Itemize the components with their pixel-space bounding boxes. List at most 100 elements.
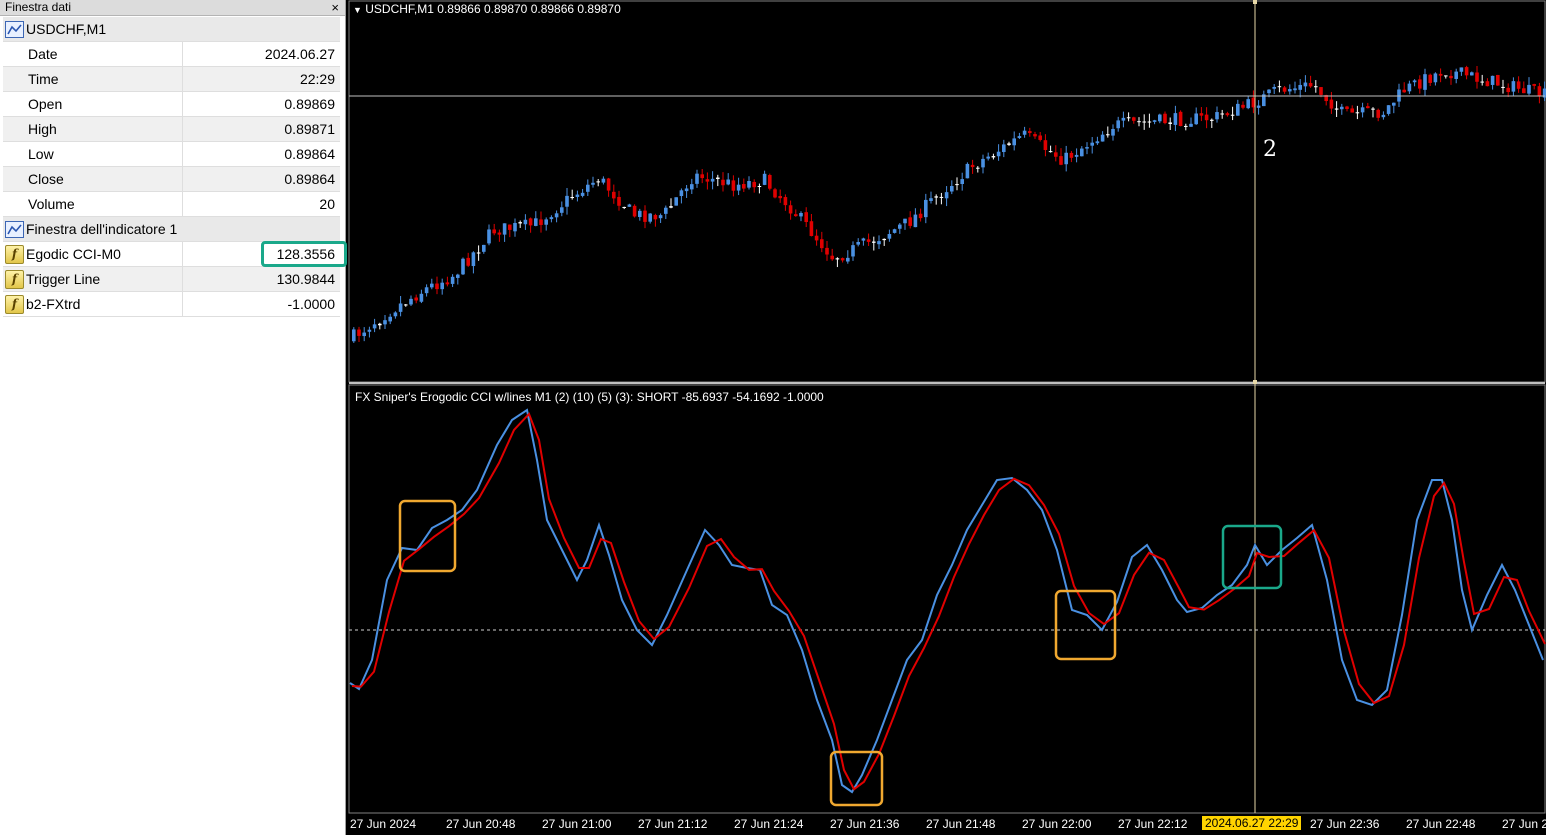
- candle-body: [773, 189, 777, 198]
- candle-body: [970, 164, 975, 168]
- time-axis-tick: 27 Jun 23:: [1502, 817, 1546, 831]
- candle-body: [586, 184, 590, 192]
- candle-body: [908, 217, 912, 226]
- candle-body: [352, 329, 356, 342]
- candle-body: [1033, 134, 1037, 137]
- candle-body: [898, 224, 902, 229]
- symbol-group-row: USDCHF,M1: [3, 17, 340, 42]
- candle-body: [1210, 119, 1214, 121]
- candle-body: [1267, 89, 1271, 94]
- indicator-group-label: Finestra dell'indicatore 1: [26, 221, 178, 237]
- candle-body: [752, 181, 756, 188]
- candle-body: [757, 186, 762, 188]
- candle-body: [913, 214, 918, 228]
- candle-body: [1522, 88, 1526, 94]
- time-axis-tick: 27 Jun 22:00: [1022, 817, 1092, 831]
- candle-body: [1454, 71, 1458, 79]
- candle-body: [944, 192, 949, 199]
- data-row-value: 0.89869: [284, 96, 335, 112]
- candle-body: [1137, 121, 1141, 123]
- candle-body: [1418, 79, 1422, 89]
- data-row-volume: Volume 20: [3, 192, 340, 217]
- candle-body: [835, 258, 840, 260]
- candle-body: [783, 197, 788, 206]
- candle-body: [804, 212, 808, 223]
- signal-marker-box: [1054, 589, 1117, 661]
- candle-body: [1199, 113, 1204, 116]
- candle-body: [674, 197, 678, 206]
- candle-body: [799, 213, 803, 217]
- candle-body: [643, 210, 647, 222]
- candle-body: [1350, 108, 1354, 113]
- candle-body: [731, 180, 736, 191]
- candle-body: [414, 297, 418, 301]
- indicator-row: f b2-FXtrd -1.0000: [3, 292, 340, 317]
- candle-body: [820, 239, 824, 249]
- candle-body: [622, 206, 626, 208]
- close-icon[interactable]: ×: [331, 0, 339, 15]
- candle-body: [1121, 117, 1126, 121]
- indicator-function-icon: f: [5, 294, 24, 314]
- candle-body: [1511, 81, 1516, 92]
- candle-body: [1189, 123, 1193, 127]
- candle-body: [1048, 151, 1053, 153]
- data-window-titlebar: Finestra dati ×: [0, 0, 345, 16]
- candle-body: [669, 206, 673, 208]
- candle-body: [1147, 121, 1152, 123]
- candle-body: [1126, 117, 1131, 119]
- candle-body: [1360, 107, 1365, 113]
- candle-body: [1532, 84, 1536, 86]
- candle-body: [1194, 113, 1198, 125]
- candle-body: [1204, 114, 1209, 121]
- candle-body: [684, 188, 689, 192]
- chart-canvas[interactable]: [347, 0, 1546, 835]
- candle-body: [1490, 75, 1495, 85]
- data-row-value: 0.89864: [284, 146, 335, 162]
- chart-area[interactable]: ▼ USDCHF,M1 0.89866 0.89870 0.89866 0.89…: [347, 0, 1546, 835]
- data-row-time: Time 22:29: [3, 67, 340, 92]
- time-axis-tick: 27 Jun 21:12: [638, 817, 708, 831]
- candle-body: [1256, 105, 1261, 108]
- data-row-value: 2024.06.27: [264, 46, 335, 62]
- indicator-window-icon: [5, 220, 24, 238]
- candle-body: [1215, 112, 1219, 120]
- candle-body: [768, 175, 772, 189]
- candle-body: [617, 196, 621, 206]
- data-row-low: Low 0.89864: [3, 142, 340, 167]
- candle-body: [1173, 113, 1178, 125]
- candle-body: [362, 332, 366, 337]
- candle-body: [1464, 67, 1469, 76]
- data-row-open: Open 0.89869: [3, 92, 340, 117]
- candle-body: [1007, 143, 1011, 145]
- candle-body: [1392, 102, 1396, 106]
- candle-body: [554, 213, 559, 218]
- candle-body: [456, 274, 460, 278]
- candle-body: [1485, 81, 1490, 87]
- candle-body: [549, 217, 554, 220]
- candle-body: [1433, 73, 1438, 83]
- data-row-value: 22:29: [299, 71, 335, 87]
- crosshair-handle-top: [1253, 0, 1257, 4]
- candle-body: [383, 320, 387, 325]
- candle-body: [903, 218, 907, 224]
- indicator-group-row: Finestra dell'indicatore 1: [3, 217, 340, 242]
- time-axis-tick: 27 Jun 21:00: [542, 817, 612, 831]
- candle-body: [497, 232, 502, 235]
- candle-body: [742, 184, 746, 189]
- candle-body: [934, 196, 938, 198]
- candle-body: [1340, 106, 1344, 110]
- candle-body: [1246, 99, 1250, 109]
- candle-body: [1407, 83, 1412, 92]
- candle-body: [955, 184, 959, 186]
- candle-body: [606, 178, 611, 191]
- candle-body: [695, 173, 699, 184]
- candle-body: [1132, 117, 1136, 121]
- candle-body: [851, 245, 855, 257]
- data-window: Finestra dati × USDCHF,M1 Date 2024.06.27…: [0, 0, 347, 835]
- candle-body: [565, 195, 569, 207]
- data-row-value: 0.89864: [284, 171, 335, 187]
- candle-body: [924, 199, 928, 218]
- candle-body: [492, 229, 496, 234]
- data-row-label: Open: [3, 92, 183, 116]
- data-row-value: 0.89871: [284, 121, 335, 137]
